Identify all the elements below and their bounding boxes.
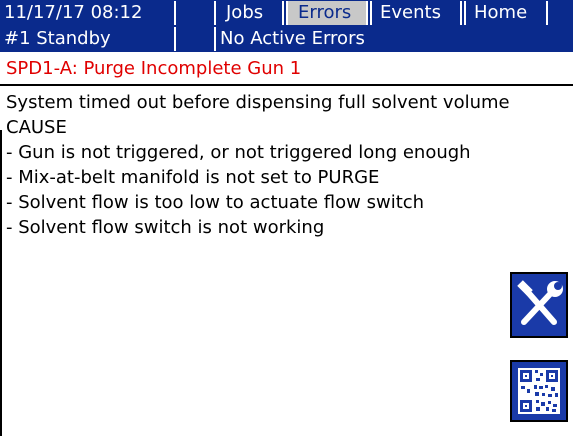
left-divider	[0, 130, 2, 436]
unit-status: #1 Standby	[0, 27, 176, 51]
tab-errors[interactable]: Errors	[286, 1, 368, 25]
cause-item: - Solvent flow switch is not working	[6, 217, 325, 238]
tab-jobs[interactable]: Jobs	[214, 1, 284, 25]
cause-heading: CAUSE	[6, 117, 67, 138]
cause-item: - Gun is not triggered, or not triggered…	[6, 142, 471, 163]
cause-item: - Mix-at-belt manifold is not set to PUR…	[6, 167, 380, 188]
cause-item: - Solvent flow is too low to actuate flo…	[6, 192, 425, 213]
tab-home[interactable]: Home	[464, 1, 548, 25]
status-bar: #1 Standby No Active Errors	[0, 26, 573, 52]
description-line: System timed out before dispensing full …	[6, 92, 510, 113]
error-description: System timed out before dispensing full …	[6, 90, 566, 240]
top-bar: 11/17/17 08:12 Jobs Errors Events Home	[0, 0, 573, 26]
qr-code-button[interactable]	[510, 360, 568, 422]
status-message: No Active Errors	[214, 27, 573, 51]
error-title: SPD1-A: Purge Incomplete Gun 1	[0, 52, 573, 86]
troubleshoot-button[interactable]	[510, 272, 568, 338]
qr-code-icon	[518, 368, 560, 414]
datetime: 11/17/17 08:12	[0, 1, 176, 25]
tab-events[interactable]: Events	[370, 1, 462, 25]
tools-icon	[517, 280, 563, 325]
